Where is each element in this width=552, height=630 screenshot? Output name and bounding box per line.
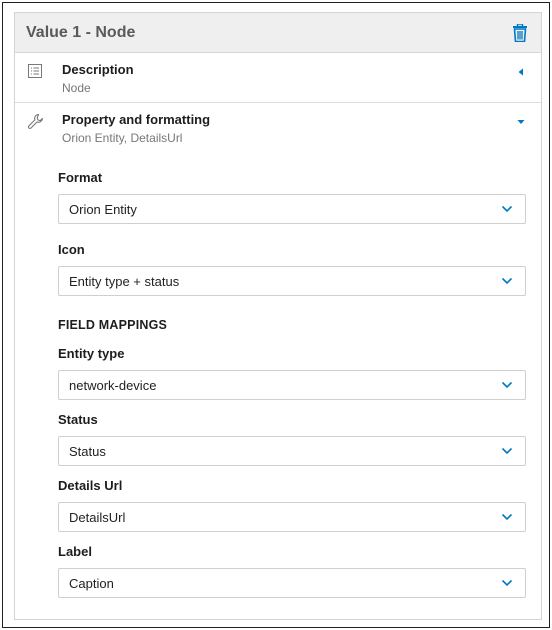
icon-select[interactable]: Entity type + status	[58, 266, 526, 296]
field-mappings-heading: FIELD MAPPINGS	[58, 318, 168, 332]
property-section: Property and formatting Orion Entity, De…	[15, 103, 541, 621]
label-field-label: Label	[58, 544, 92, 559]
chevron-down-icon	[501, 508, 513, 526]
property-title: Property and formatting	[62, 112, 211, 127]
label-value: Caption	[69, 575, 114, 591]
icon-label: Icon	[58, 242, 85, 257]
panel-title: Value 1 - Node	[26, 23, 136, 41]
panel-header: Value 1 - Node	[15, 13, 541, 53]
wrench-icon	[27, 113, 45, 131]
chevron-down-icon	[501, 574, 513, 592]
status-value: Status	[69, 443, 106, 459]
chevron-down-icon	[501, 272, 513, 290]
description-text: Description Node	[62, 62, 134, 96]
chevron-down-icon	[501, 442, 513, 460]
entity-type-label: Entity type	[58, 346, 125, 361]
entity-type-select[interactable]: network-device	[58, 370, 526, 400]
chevron-down-icon	[501, 376, 513, 394]
details-url-value: DetailsUrl	[69, 509, 126, 525]
status-select[interactable]: Status	[58, 436, 526, 466]
caret-down-icon[interactable]	[515, 115, 527, 127]
property-text[interactable]: Property and formatting Orion Entity, De…	[62, 112, 210, 146]
format-select[interactable]: Orion Entity	[58, 194, 526, 224]
description-subtitle: Node	[62, 81, 91, 95]
status-label: Status	[58, 412, 98, 427]
icon-value: Entity type + status	[69, 273, 180, 289]
format-value: Orion Entity	[69, 201, 137, 217]
value-panel: Value 1 - Node Description Node Property…	[14, 12, 542, 620]
chevron-down-icon	[501, 200, 513, 218]
format-label: Format	[58, 170, 103, 185]
description-title: Description	[62, 62, 134, 77]
entity-type-value: network-device	[69, 377, 157, 393]
window-frame: Value 1 - Node Description Node Property…	[2, 2, 550, 628]
description-section[interactable]: Description Node	[15, 53, 541, 103]
property-subtitle: Orion Entity, DetailsUrl	[62, 131, 183, 145]
list-icon	[27, 63, 45, 81]
details-url-label: Details Url	[58, 478, 123, 493]
details-url-select[interactable]: DetailsUrl	[58, 502, 526, 532]
label-select[interactable]: Caption	[58, 568, 526, 598]
property-fields: Format Orion Entity Icon Entity type + s…	[58, 169, 527, 598]
trash-icon[interactable]	[509, 22, 531, 44]
caret-left-icon[interactable]	[515, 65, 527, 77]
